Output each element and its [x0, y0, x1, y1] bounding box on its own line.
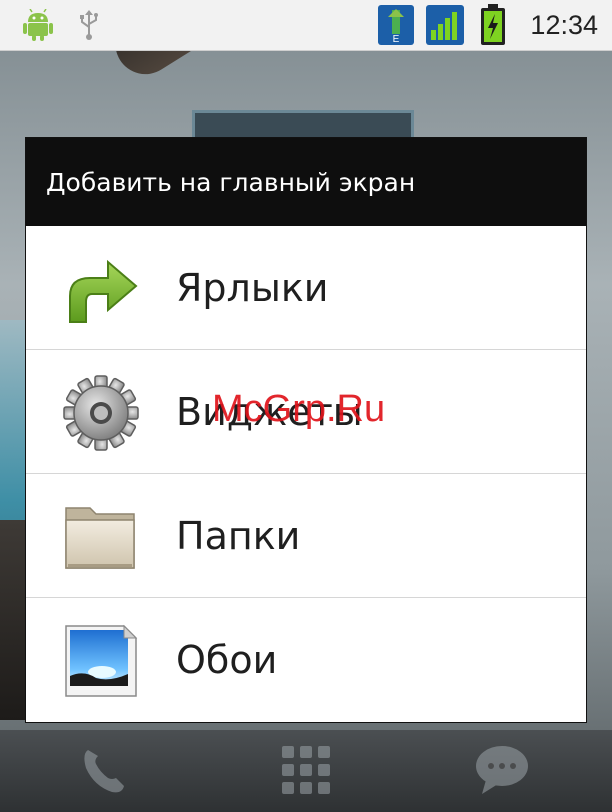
wallpaper-icon	[62, 622, 140, 700]
signal-icon	[424, 0, 466, 50]
phone-icon[interactable]	[74, 740, 134, 800]
dialog-item-label: Обои	[176, 638, 278, 682]
android-debug-icon	[18, 0, 58, 50]
dialog-item-label: Папки	[176, 513, 301, 558]
dialog-item-wallpapers[interactable]: Обои	[26, 598, 586, 722]
dialog-item-folders[interactable]: Папки	[26, 474, 586, 598]
dialog-options-list: Ярлыки Виджеты Папки Обои	[26, 226, 586, 722]
messaging-icon[interactable]	[472, 740, 532, 800]
dialog-item-shortcuts[interactable]: Ярлыки	[26, 226, 586, 350]
gear-icon	[62, 374, 140, 452]
battery-charging-icon	[476, 0, 510, 50]
dialog-title: Добавить на главный экран	[46, 167, 416, 197]
android-screen: E 12:34 Добавить на главный экран Ярлыки…	[0, 0, 612, 812]
shortcut-arrow-icon	[62, 250, 140, 328]
status-bar: E 12:34	[0, 0, 612, 51]
edge-network-icon: E	[376, 0, 416, 50]
svg-text:E: E	[393, 34, 400, 45]
app-drawer-icon[interactable]	[276, 740, 336, 800]
status-clock: 12:34	[530, 9, 598, 40]
watermark-text: McGrp.Ru	[212, 388, 386, 430]
folder-icon	[62, 498, 140, 576]
dialog-item-label: Ярлыки	[176, 265, 329, 310]
dialog-header: Добавить на главный экран	[26, 138, 586, 226]
usb-icon	[72, 0, 106, 50]
